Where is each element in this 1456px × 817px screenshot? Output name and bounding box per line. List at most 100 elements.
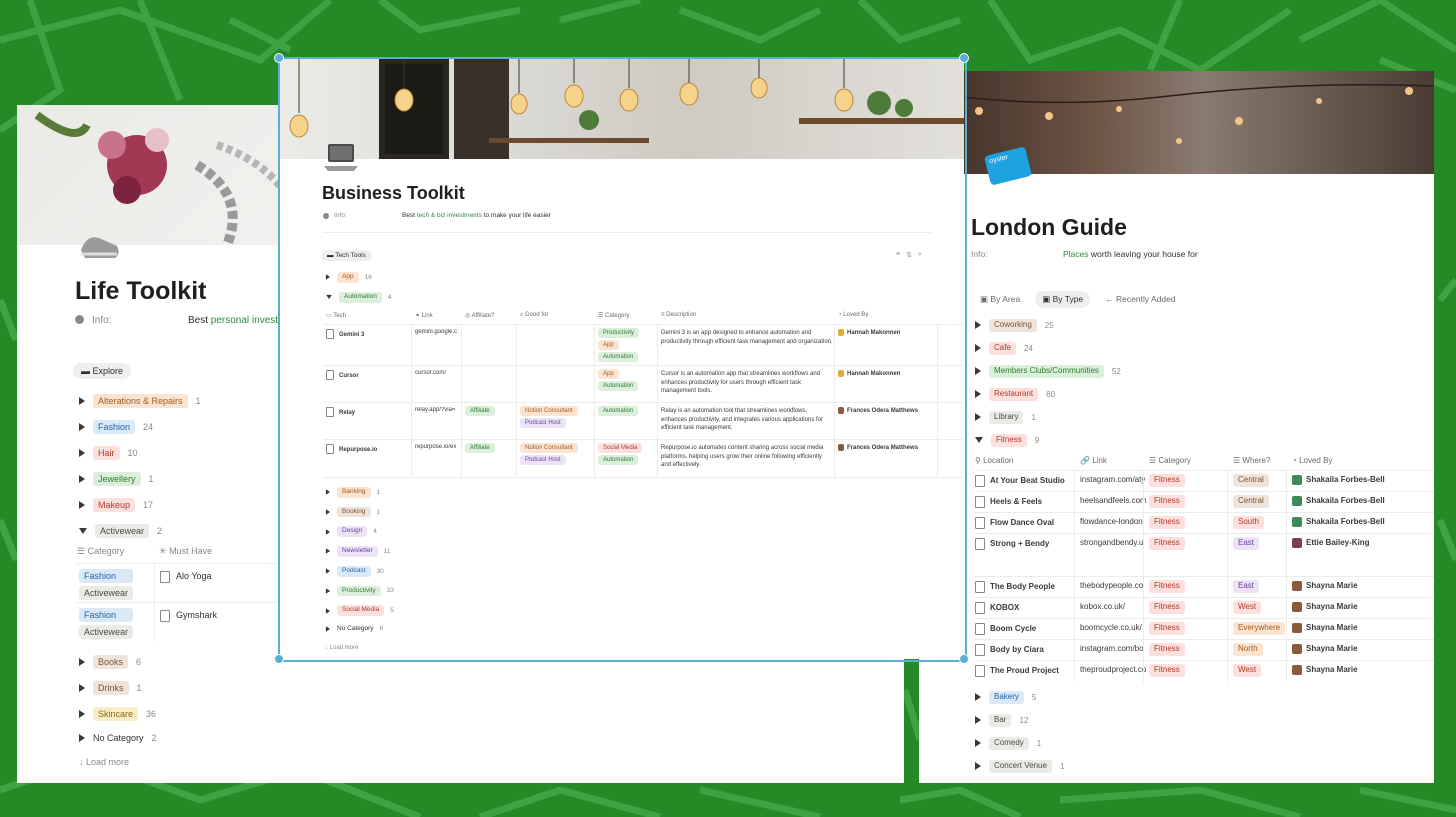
group-header-social-media[interactable]: Social Media 5 [325, 605, 394, 616]
tech-tools-view-tab[interactable]: ▬ Tech Tools [321, 250, 372, 261]
location-cell[interactable]: Strong + Bendy [975, 538, 1049, 550]
location-cell[interactable]: KOBOX [975, 602, 1019, 614]
column-header-description[interactable]: ≡ Description [661, 312, 696, 318]
group-header-automation[interactable]: Automation 4 [325, 292, 392, 303]
table-row[interactable]: Fashion Activewear Gymshark [77, 602, 277, 641]
link-cell[interactable]: instagram.com/aty [1080, 475, 1146, 484]
toggle-triangle-icon[interactable] [975, 739, 981, 748]
must-have-cell[interactable]: Gymshark [160, 610, 217, 622]
link-cell[interactable]: boomcycle.co.uk/ [1080, 623, 1146, 632]
toggle-triangle-icon[interactable] [325, 626, 331, 632]
column-header-good-for[interactable]: ⌕ Good for [520, 312, 548, 319]
toggle-triangle-icon[interactable] [326, 295, 332, 300]
group-header-alterations-repairs[interactable]: Alterations & Repairs 1 [79, 394, 201, 409]
toggle-triangle-icon[interactable] [975, 367, 981, 376]
group-header-banking[interactable]: Banking 1 [325, 487, 380, 498]
group-header-app[interactable]: App 16 [325, 272, 372, 283]
toggle-triangle-icon[interactable] [325, 548, 331, 555]
group-header-drinks[interactable]: Drinks 1 [79, 681, 142, 696]
group-header-comedy[interactable]: Comedy 1 [975, 737, 1041, 750]
toggle-triangle-icon[interactable] [975, 716, 981, 725]
table-row[interactable]: Fashion Activewear Alo Yoga [77, 563, 277, 602]
group-header-design[interactable]: Design 4 [325, 526, 377, 538]
column-header-affiliate-[interactable]: ◎ Affiliate? [465, 312, 494, 319]
load-more-button[interactable]: ↓ Load more [79, 757, 129, 767]
toggle-triangle-icon[interactable] [325, 509, 331, 515]
group-header-restaurant[interactable]: Restaurant 60 [975, 388, 1055, 401]
link-cell[interactable]: instagram.com/bo [1080, 644, 1146, 653]
toggle-triangle-icon[interactable] [79, 710, 85, 719]
table-row[interactable]: The Body People thebodypeople.co Fitness Ea… [975, 576, 1434, 598]
toggle-triangle-icon[interactable] [325, 588, 331, 594]
toggle-triangle-icon[interactable] [79, 734, 85, 742]
location-cell[interactable]: Boom Cycle [975, 623, 1036, 635]
tech-cell[interactable]: Gemini 3 [326, 329, 364, 339]
column-header-where-[interactable]: ☰ Where? [1233, 456, 1270, 465]
column-header-category[interactable]: ☰ Category [77, 546, 124, 557]
table-row[interactable]: KOBOX kobox.co.uk/Fitness West Shayna Marie [975, 597, 1434, 619]
resize-handle-top-right[interactable] [959, 53, 969, 63]
location-cell[interactable]: The Body People [975, 581, 1055, 593]
location-cell[interactable]: Heels & Feels [975, 496, 1042, 508]
view-tab-by-type[interactable]: ▣ By Type [1035, 291, 1091, 308]
toggle-triangle-icon[interactable] [325, 607, 331, 614]
toggle-triangle-icon[interactable] [975, 762, 981, 771]
table-row[interactable]: At Your Beat Studio instagram.com/aty Fitn… [975, 470, 1434, 492]
toggle-triangle-icon[interactable] [79, 658, 85, 667]
toggle-triangle-icon[interactable] [325, 489, 331, 496]
group-header-bakery[interactable]: Bakery 5 [975, 691, 1036, 704]
link-cell[interactable]: flowdance-london [1080, 517, 1146, 526]
explore-view-tab[interactable]: ▬ Explore [73, 363, 132, 379]
info-link[interactable]: Places [1063, 249, 1089, 259]
toggle-triangle-icon[interactable] [325, 274, 331, 281]
link-cell[interactable]: kobox.co.uk/ [1080, 602, 1146, 611]
column-header-link[interactable]: 🔗 Link [1080, 456, 1107, 465]
toggle-triangle-icon[interactable] [79, 528, 87, 535]
group-header-booking[interactable]: Booking 1 [325, 506, 380, 518]
toggle-triangle-icon[interactable] [975, 693, 981, 702]
group-header-podcast[interactable]: Podcast 30 [325, 565, 384, 577]
group-header-newsletter[interactable]: Newsletter 11 [325, 546, 390, 557]
group-header-bar[interactable]: Bar 12 [975, 714, 1028, 727]
group-header-library[interactable]: Library 1 [975, 411, 1036, 424]
column-header-loved-by[interactable]: ◔ Loved By [1292, 456, 1332, 465]
table-row[interactable]: Cursor cursor.com/App Automation Cursor is … [323, 365, 963, 403]
load-more-button[interactable]: ↓ Load more [325, 645, 358, 651]
toggle-triangle-icon[interactable] [79, 423, 85, 432]
link-cell[interactable]: strongandbendy.u [1080, 538, 1146, 547]
group-header-no-category[interactable]: No Category 8 [325, 625, 383, 633]
group-header-jewellery[interactable]: Jewellery 1 [79, 472, 154, 487]
toggle-triangle-icon[interactable] [79, 475, 85, 484]
toggle-triangle-icon[interactable] [975, 437, 983, 444]
column-header-location[interactable]: ⚲ Location [975, 456, 1013, 465]
column-header-link[interactable]: ⚭ Link [415, 312, 433, 319]
table-row[interactable]: Gemini 3 gemini.google.c Productivity App Au… [323, 324, 963, 366]
toggle-triangle-icon[interactable] [325, 568, 331, 574]
link-cell[interactable]: theproudproject.co [1080, 665, 1146, 674]
resize-handle-bottom-right[interactable] [959, 654, 969, 664]
table-row[interactable]: Boom Cycle boomcycle.co.uk/Fitness Everywh… [975, 618, 1434, 640]
group-header-fashion[interactable]: Fashion 24 [79, 420, 153, 435]
column-header-category[interactable]: ☰ Category [1149, 456, 1191, 465]
group-header-fitness[interactable]: Fitness 9 [975, 434, 1039, 447]
link-cell[interactable]: repurpose.io/ex [415, 444, 461, 450]
toggle-triangle-icon[interactable] [79, 397, 85, 406]
group-header-hair[interactable]: Hair 10 [79, 446, 138, 461]
column-header-tech[interactable]: ▭ Tech [326, 312, 346, 319]
toggle-triangle-icon[interactable] [79, 449, 85, 458]
group-header-members-clubs-communities[interactable]: Members Clubs/Communities 52 [975, 365, 1121, 378]
filter-icon[interactable]: ≡ [896, 251, 900, 259]
resize-handle-bottom-left[interactable] [274, 654, 284, 664]
table-row[interactable]: Relay relay.app/?via= Affiliate Notion Cons… [323, 402, 963, 440]
tech-cell[interactable]: Repurpose.io [326, 444, 377, 454]
column-header-must-have[interactable]: ✳ Must Have [159, 546, 212, 557]
group-header-cafe[interactable]: Cafe 24 [975, 342, 1033, 355]
table-row[interactable]: Repurpose.io repurpose.io/ex Affiliate Noti… [323, 439, 963, 478]
tech-cell[interactable]: Relay [326, 407, 355, 417]
group-header-coworking[interactable]: Coworking 25 [975, 319, 1054, 332]
toggle-triangle-icon[interactable] [975, 321, 981, 330]
toggle-triangle-icon[interactable] [79, 501, 85, 510]
view-tab-recently-added[interactable]: ← Recently Added [1098, 291, 1182, 308]
location-cell[interactable]: Body by Ciara [975, 644, 1044, 656]
group-header-activewear[interactable]: Activewear 2 [79, 524, 162, 539]
